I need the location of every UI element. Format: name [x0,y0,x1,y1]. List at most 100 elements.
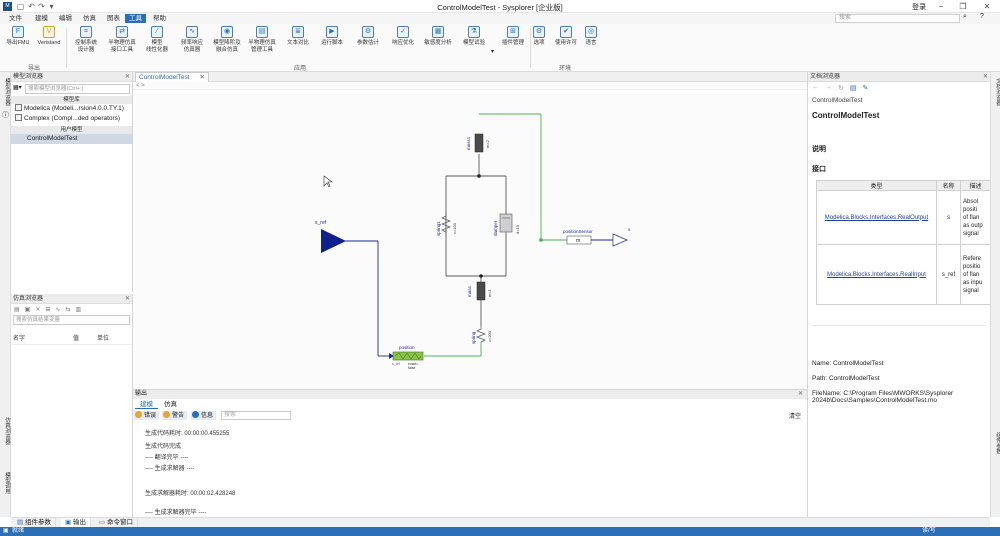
s-output-block[interactable] [612,233,628,247]
freq-response-button[interactable]: ∿ 频率响应 仿真器 [176,26,208,60]
panel-close-icon[interactable]: ✕ [125,72,130,82]
search-icon[interactable]: ⌕ [963,13,967,21]
doc-path-line: Path: ControlModelTest [812,375,880,382]
model-reduction-button[interactable]: ◉ 模型降阶及 融合仿真 [211,26,243,60]
interface-name: s_ref [936,244,961,305]
output-tab-simulation[interactable]: 仿真 [159,400,182,409]
chart-icon[interactable]: ▥ [75,306,81,313]
param-estimation-icon: ⚙ [362,26,374,38]
forward-icon[interactable]: → [825,84,832,92]
model-experiment-button[interactable]: ⚗ 模型试验 [458,26,490,60]
veristand-button[interactable]: V Veristand [33,26,65,60]
gear-icon: ⚙ [533,26,545,38]
sim-search-input[interactable]: 搜索仿真结果变量 [13,315,130,325]
doc-iface-heading: 接口 [812,166,826,173]
mass-block[interactable] [476,281,486,301]
sim-table-header: 名字 值 单位 [11,325,132,345]
minimize-button[interactable]: − [934,1,948,12]
menu-file[interactable]: 文件 [5,14,26,23]
close-button[interactable]: ✕ [980,1,994,12]
right-tab-component-params[interactable]: 组件参数 [992,432,1000,454]
export-fmu-button[interactable]: F 导出FMU [2,26,34,60]
filter-error-button[interactable]: 错误 [134,411,160,420]
panel-close-icon[interactable]: ✕ [983,72,988,82]
ribbon-group-export: 导出 [27,66,40,72]
model-diagram[interactable]: s_ref mass1 m=2 spring1 c=100 damper d=1… [133,90,807,389]
mass1-block[interactable] [474,133,484,153]
doc-breadcrumb[interactable]: ControlModelTest [808,94,990,107]
damper-block[interactable] [499,213,513,233]
tab-close-icon[interactable]: ✕ [200,73,205,82]
refresh-icon[interactable]: ↻ [838,84,844,92]
clear-output-button[interactable]: 清空 [789,411,801,420]
ribbon-more-icon[interactable]: ▾ [491,48,494,55]
plot-icon[interactable]: ∿ [55,306,60,313]
hil-interface-button[interactable]: ⇄ 半物理仿真 接口工具 [106,26,138,60]
login-link[interactable]: 登录 [912,2,926,12]
tree-item-modelica[interactable]: Modelica (Modeli...rsion4.0.0.TY.1) [11,104,132,114]
spring1-label: spring1 [436,221,441,236]
filter-dropdown-icon[interactable]: ▦▾ [13,84,23,94]
editor-breadcrumb[interactable]: < > [133,82,807,90]
type-link[interactable]: Modelica.Blocks.Interfaces.RealOutput [825,215,928,221]
output-line: 生成代码耗时: 00:00:00.455255 [145,431,230,437]
col-value: 值 [73,336,80,342]
edit-doc-icon[interactable]: ✎ [863,84,869,92]
mouse-cursor-icon [323,175,333,188]
filter-icon[interactable]: ⊞ [45,306,50,313]
delete-icon[interactable]: ✕ [35,306,40,313]
sensitivity-button[interactable]: ▦ 敏感度分析 [422,26,454,60]
run-script-button[interactable]: ▶ 运行脚本 [316,26,348,60]
menu-tools[interactable]: 工具 [125,14,146,23]
panel-close-icon[interactable]: ✕ [125,294,130,304]
license-icon: ✔ [560,26,572,38]
menu-edit[interactable]: 编辑 [55,14,76,23]
control-designer-button[interactable]: ⌗ 控制系统 设计器 [70,26,102,60]
panel-close-icon[interactable]: ✕ [798,390,803,399]
mass-param: m=1 [487,288,492,297]
linearizer-icon: ∕ [151,26,163,38]
tab-controlmodeltest[interactable]: ControlModelTest ✕ [135,72,209,82]
tree-item-controlmodeltest[interactable]: ControlModelTest [11,134,132,144]
menu-modeling[interactable]: 建模 [31,14,52,23]
param-estimation-button[interactable]: ⚙ 参数估计 [352,26,384,60]
filter-warning-button[interactable]: 警告 [162,411,188,420]
menu-chart[interactable]: 图表 [103,14,124,23]
menu-simulation[interactable]: 仿真 [79,14,100,23]
left-tab-model-browser[interactable]: 模型浏览器 [1,78,11,106]
save-result-icon[interactable]: ▣ [25,306,31,313]
view-doc-icon[interactable]: ▤ [850,84,857,92]
language-button[interactable]: ◎ 语言 [575,26,607,60]
hil-manager-button[interactable]: ▤ 半物理仿真 管理工具 [246,26,278,60]
global-search-input[interactable]: 搜索 [835,14,960,23]
mass1-param: m=2 [485,139,490,148]
maximize-button[interactable]: ❐ [956,1,970,12]
tree-item-complex[interactable]: Complex (Compl...ded operators) [11,114,132,124]
type-link[interactable]: Modelica.Blocks.Interfaces.RealInput [827,272,926,278]
menu-help[interactable]: 帮助 [149,14,170,23]
right-tab-doc-browser[interactable]: 文档浏览器 [992,78,1000,106]
s-ref-input-block[interactable] [321,229,346,253]
back-icon[interactable]: ← [812,84,819,92]
interface-desc: Refere positio of flan as inpu signal [960,244,991,305]
response-optimization-button[interactable]: ✓ 响应优化 [387,26,419,60]
info-icon[interactable]: ⓘ [2,110,9,120]
position-sensor-unit: m [576,238,580,244]
output-search-input[interactable]: 搜索 [221,411,291,420]
filter-info-button[interactable]: 信息 [191,411,217,420]
help-icon[interactable]: ? [980,13,984,20]
left-tab-sim-browser[interactable]: 仿真浏览器 [1,417,11,445]
linearizer-button[interactable]: ∕ 模型 线性化器 [141,26,173,60]
text-compare-button[interactable]: ≣ 文本对比 [282,26,314,60]
left-tab-model-call[interactable]: 模型调用 [1,472,11,494]
response-optimization-icon: ✓ [397,26,409,38]
diagram-canvas[interactable]: s_ref mass1 m=2 spring1 c=100 damper d=1… [133,90,807,389]
output-tab-modeling[interactable]: 建模 [135,400,158,409]
position-source-block[interactable] [392,351,424,361]
folder-icon[interactable]: ▤ [14,306,20,313]
spring-block[interactable] [476,326,486,343]
compare-icon[interactable]: ⇆ [65,306,70,313]
window-title: ControlModelTest - Sysplorer [企业版] [437,3,563,12]
model-search-input[interactable]: 搜索模型浏览器(Ctrl+;) [25,84,130,94]
doc-heading: ControlModelTest [812,111,880,120]
